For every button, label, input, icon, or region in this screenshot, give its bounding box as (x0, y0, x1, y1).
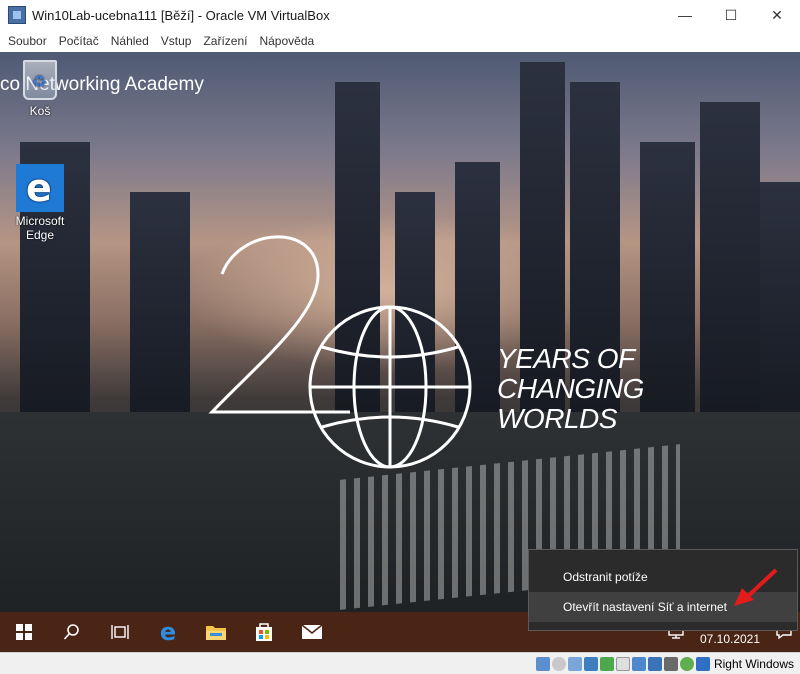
tagline-line: WORLDS (497, 403, 617, 434)
wallpaper-building (700, 102, 760, 442)
hard-disk-icon[interactable] (535, 656, 550, 671)
cpu-icon[interactable] (663, 656, 678, 671)
windows-start-icon (16, 624, 32, 640)
video-capture-icon[interactable] (647, 656, 662, 671)
edge-icon: e (16, 164, 64, 212)
download-icon[interactable] (695, 656, 710, 671)
tagline-line: YEARS OF (497, 343, 635, 374)
display-icon[interactable] (631, 656, 646, 671)
menu-napoveda[interactable]: Nápověda (253, 34, 320, 48)
menu-pocitac[interactable]: Počítač (53, 34, 105, 48)
menu-vstup[interactable]: Vstup (155, 34, 198, 48)
wallpaper-building (130, 192, 190, 442)
tagline-line: CHANGING (497, 373, 644, 404)
maximize-button[interactable]: ☐ (708, 0, 754, 30)
taskbar-mail[interactable] (288, 612, 336, 652)
taskbar-file-explorer[interactable] (192, 612, 240, 652)
task-view-icon (111, 625, 129, 639)
start-button[interactable] (0, 612, 48, 652)
task-view-button[interactable] (96, 612, 144, 652)
network-icon[interactable] (583, 656, 598, 671)
annotation-arrow (734, 568, 778, 606)
anniversary-20-logo (208, 235, 472, 469)
usb-icon[interactable] (599, 656, 614, 671)
mail-icon (301, 624, 323, 639)
taskbar-edge[interactable]: e (144, 612, 192, 652)
guest-desktop[interactable]: co Networking Academy Koš e Microsoft Ed… (0, 52, 800, 612)
file-explorer-icon (206, 626, 226, 640)
close-button[interactable]: ✕ (754, 0, 800, 30)
search-button[interactable] (48, 612, 96, 652)
optical-drive-icon[interactable] (551, 656, 566, 671)
wallpaper-building (640, 142, 695, 442)
shared-folders-icon[interactable] (615, 656, 630, 671)
desktop-icon-recycle-bin[interactable]: Koš (4, 60, 76, 118)
minimize-button[interactable]: — (662, 0, 708, 30)
virtualbox-statusbar: Right Windows (0, 652, 800, 674)
menu-bar: Soubor Počítač Náhled Vstup Zařízení Náp… (0, 30, 800, 52)
desktop-icon-edge[interactable]: e Microsoft Edge (4, 164, 76, 242)
edge-icon: e (159, 618, 177, 646)
window-titlebar[interactable]: Win10Lab-ucebna111 [Běží] - Oracle VM Vi… (0, 0, 800, 30)
mouse-integration-icon[interactable] (679, 656, 694, 671)
menu-zarizeni[interactable]: Zařízení (197, 34, 253, 48)
window-controls: — ☐ ✕ (662, 0, 800, 30)
host-key-label: Right Windows (713, 656, 794, 671)
recycle-bin-icon (23, 60, 57, 100)
desktop-icon-label: Koš (29, 104, 51, 118)
store-icon (256, 623, 272, 641)
virtualbox-app-icon (8, 6, 26, 24)
wallpaper-tagline: YEARS OF CHANGING WORLDS (497, 344, 644, 434)
window-title: Win10Lab-ucebna111 [Běží] - Oracle VM Vi… (32, 7, 330, 23)
search-icon (63, 624, 79, 640)
wallpaper-building (760, 182, 800, 442)
menu-nahled[interactable]: Náhled (105, 34, 155, 48)
desktop-icon-label: Microsoft Edge (15, 214, 65, 242)
audio-icon[interactable] (567, 656, 582, 671)
menu-soubor[interactable]: Soubor (2, 34, 53, 48)
taskbar-store[interactable] (240, 612, 288, 652)
